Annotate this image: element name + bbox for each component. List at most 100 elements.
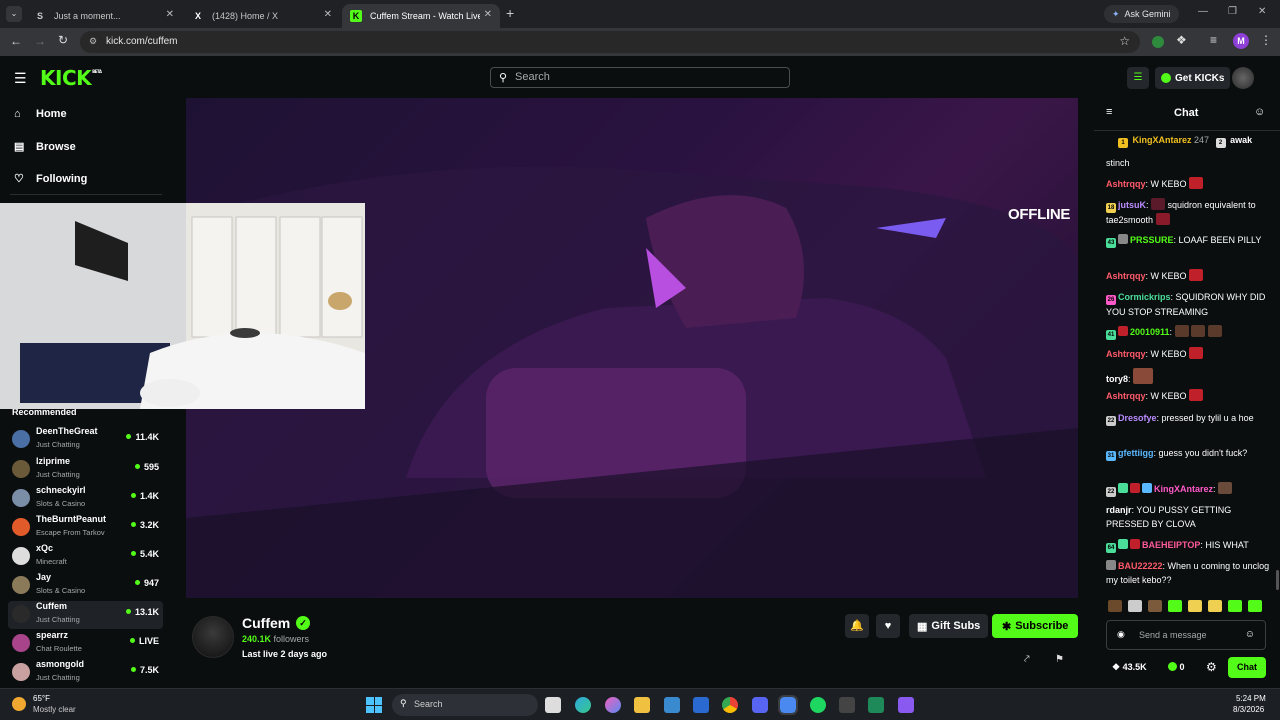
recommended-channel[interactable]: schneckyirl Slots & Casino 1.4K: [8, 485, 163, 513]
chat-username[interactable]: Ashtrqqy: [1106, 391, 1146, 401]
recommended-channel-active[interactable]: Cuffem Just Chatting 13.1K: [8, 601, 163, 629]
media-icon[interactable]: ≡: [1210, 33, 1217, 47]
recommended-channel[interactable]: xQc Minecraft 5.4K: [8, 543, 163, 571]
kick-logo[interactable]: KICKBETA: [40, 66, 102, 90]
notification-bell-button[interactable]: 🔔: [845, 614, 869, 638]
emote-icon[interactable]: [1188, 600, 1202, 612]
browser-tab[interactable]: S Just a moment... ✕: [26, 4, 182, 28]
points-balance[interactable]: 0: [1168, 662, 1185, 672]
bookmark-star-icon[interactable]: ☆: [1119, 34, 1130, 48]
gifter-name[interactable]: awak: [1230, 135, 1252, 145]
chrome-icon[interactable]: [722, 697, 738, 713]
new-tab-icon[interactable]: +: [506, 5, 514, 21]
chat-settings-icon[interactable]: ⚙: [1206, 660, 1217, 674]
close-icon[interactable]: ✕: [324, 9, 332, 20]
site-info-icon[interactable]: ⚙: [89, 36, 97, 47]
emote-icon[interactable]: [1128, 600, 1142, 612]
store-icon[interactable]: [664, 697, 680, 713]
chat-username[interactable]: Cormickrips: [1118, 292, 1171, 302]
emote-icon[interactable]: [1108, 600, 1122, 612]
tab-search-icon[interactable]: ⌄: [6, 6, 22, 22]
kicks-balance[interactable]: ❖ 43.5K: [1112, 662, 1147, 673]
taskbar-search-input[interactable]: ⚲ Search: [392, 694, 538, 716]
recommended-channel[interactable]: Jay Slots & Casino 947: [8, 572, 163, 600]
close-window-icon[interactable]: ✕: [1258, 6, 1266, 17]
discord-icon[interactable]: [752, 697, 768, 713]
chat-users-icon[interactable]: ☺: [1254, 106, 1265, 118]
chat-username[interactable]: gfettiigg: [1118, 448, 1154, 458]
user-avatar[interactable]: [1232, 67, 1254, 89]
channel-avatar[interactable]: [192, 616, 234, 658]
sidebar-item-home[interactable]: ⌂ Home: [14, 108, 67, 120]
weather-temp[interactable]: 65°F: [33, 694, 50, 703]
browser-tab[interactable]: X (1428) Home / X ✕: [184, 4, 340, 28]
extensions-puzzle-icon[interactable]: ❖: [1176, 33, 1187, 47]
file-explorer-icon[interactable]: [634, 697, 650, 713]
chat-username[interactable]: 20010911: [1130, 327, 1170, 337]
send-chat-button[interactable]: Chat: [1228, 657, 1266, 678]
task-view-icon[interactable]: [545, 697, 561, 713]
chat-username[interactable]: tory8: [1106, 374, 1128, 384]
share-icon[interactable]: ⤤: [1024, 654, 1030, 665]
emote-icon[interactable]: [1148, 600, 1162, 612]
chat-username[interactable]: Ashtrqqy: [1106, 271, 1146, 281]
restore-icon[interactable]: ❐: [1228, 6, 1237, 17]
hamburger-menu-icon[interactable]: ☰: [14, 70, 27, 87]
spotify-icon[interactable]: [810, 697, 826, 713]
app-icon[interactable]: [868, 697, 884, 713]
profile-avatar[interactable]: M: [1233, 33, 1249, 49]
get-kicks-button[interactable]: Get KICKs: [1155, 67, 1231, 89]
report-icon[interactable]: ⚑: [1055, 654, 1064, 665]
channel-name[interactable]: Cuffem: [242, 615, 290, 631]
extension-icon[interactable]: [1152, 36, 1164, 48]
subscribe-button[interactable]: ✱ Subscribe: [992, 614, 1079, 638]
forward-icon[interactable]: →: [34, 34, 46, 48]
edge-icon[interactable]: [575, 697, 591, 713]
chat-input[interactable]: ◉ Send a message ☺: [1106, 620, 1266, 650]
chat-username[interactable]: PRSSURE: [1130, 235, 1174, 245]
ask-gemini-button[interactable]: ✦ Ask Gemini: [1104, 5, 1179, 23]
chat-username[interactable]: Dresofye: [1118, 413, 1157, 423]
chat-username[interactable]: BAU22222: [1118, 561, 1163, 571]
chat-username[interactable]: Ashtrqqy: [1106, 349, 1146, 359]
recommended-channel[interactable]: TheBurntPeanut Escape From Tarkov 3.2K: [8, 514, 163, 542]
collapse-chat-icon[interactable]: ≡: [1106, 106, 1112, 118]
menu-kebab-icon[interactable]: ⋮: [1260, 33, 1272, 47]
chat-username[interactable]: jutsuK: [1118, 200, 1146, 210]
recommended-channel[interactable]: DeenTheGreat Just Chatting 11.4K: [8, 426, 163, 454]
gift-subs-button[interactable]: ▦ Gift Subs: [909, 614, 989, 638]
recommended-channel[interactable]: lziprime Just Chatting 595: [8, 456, 163, 484]
outlook-icon[interactable]: [693, 697, 709, 713]
emote-icon[interactable]: [1168, 600, 1182, 612]
recommended-channel[interactable]: spearrz Chat Roulette LIVE: [8, 630, 163, 658]
back-icon[interactable]: ←: [10, 34, 22, 48]
chat-scrollbar[interactable]: [1276, 570, 1279, 590]
emote-icon[interactable]: [1248, 600, 1262, 612]
active-app-icon[interactable]: [778, 695, 798, 715]
terminal-icon[interactable]: [839, 697, 855, 713]
reload-icon[interactable]: ↻: [58, 33, 68, 47]
copilot-icon[interactable]: [605, 697, 621, 713]
chat-username[interactable]: rdanjr: [1106, 505, 1132, 515]
clock-time[interactable]: 5:24 PM: [1236, 694, 1266, 703]
sidebar-item-following[interactable]: ♡ Following: [14, 172, 87, 186]
emote-icon[interactable]: [1208, 600, 1222, 612]
emoji-picker-icon[interactable]: ☺: [1245, 629, 1255, 640]
chat-username[interactable]: BAEHEIPTOP: [1142, 540, 1200, 550]
search-input[interactable]: ⚲ Search: [490, 67, 790, 88]
sidebar-item-browse[interactable]: ▤ Browse: [14, 140, 76, 154]
emote-icon[interactable]: [1228, 600, 1242, 612]
browser-tab-active[interactable]: K Cuffem Stream - Watch Live on ✕: [342, 4, 500, 28]
minimize-icon[interactable]: —: [1198, 6, 1208, 17]
chat-username[interactable]: Ashtrqqy: [1106, 179, 1146, 189]
start-windows-icon[interactable]: [366, 697, 382, 713]
follow-heart-button[interactable]: ♥: [876, 614, 900, 638]
leaderboard-button[interactable]: ☰: [1127, 67, 1149, 89]
url-field[interactable]: ⚙ kick.com/cuffem ☆: [80, 31, 1140, 53]
close-icon[interactable]: ✕: [166, 9, 174, 20]
close-icon[interactable]: ✕: [484, 9, 492, 20]
recommended-channel[interactable]: asmongold Just Chatting 7.5K: [8, 659, 163, 687]
chat-username[interactable]: KingXAntarez: [1154, 484, 1213, 494]
gifter-name[interactable]: KingXAntarez: [1133, 135, 1192, 145]
app-grid-icon[interactable]: [898, 697, 914, 713]
